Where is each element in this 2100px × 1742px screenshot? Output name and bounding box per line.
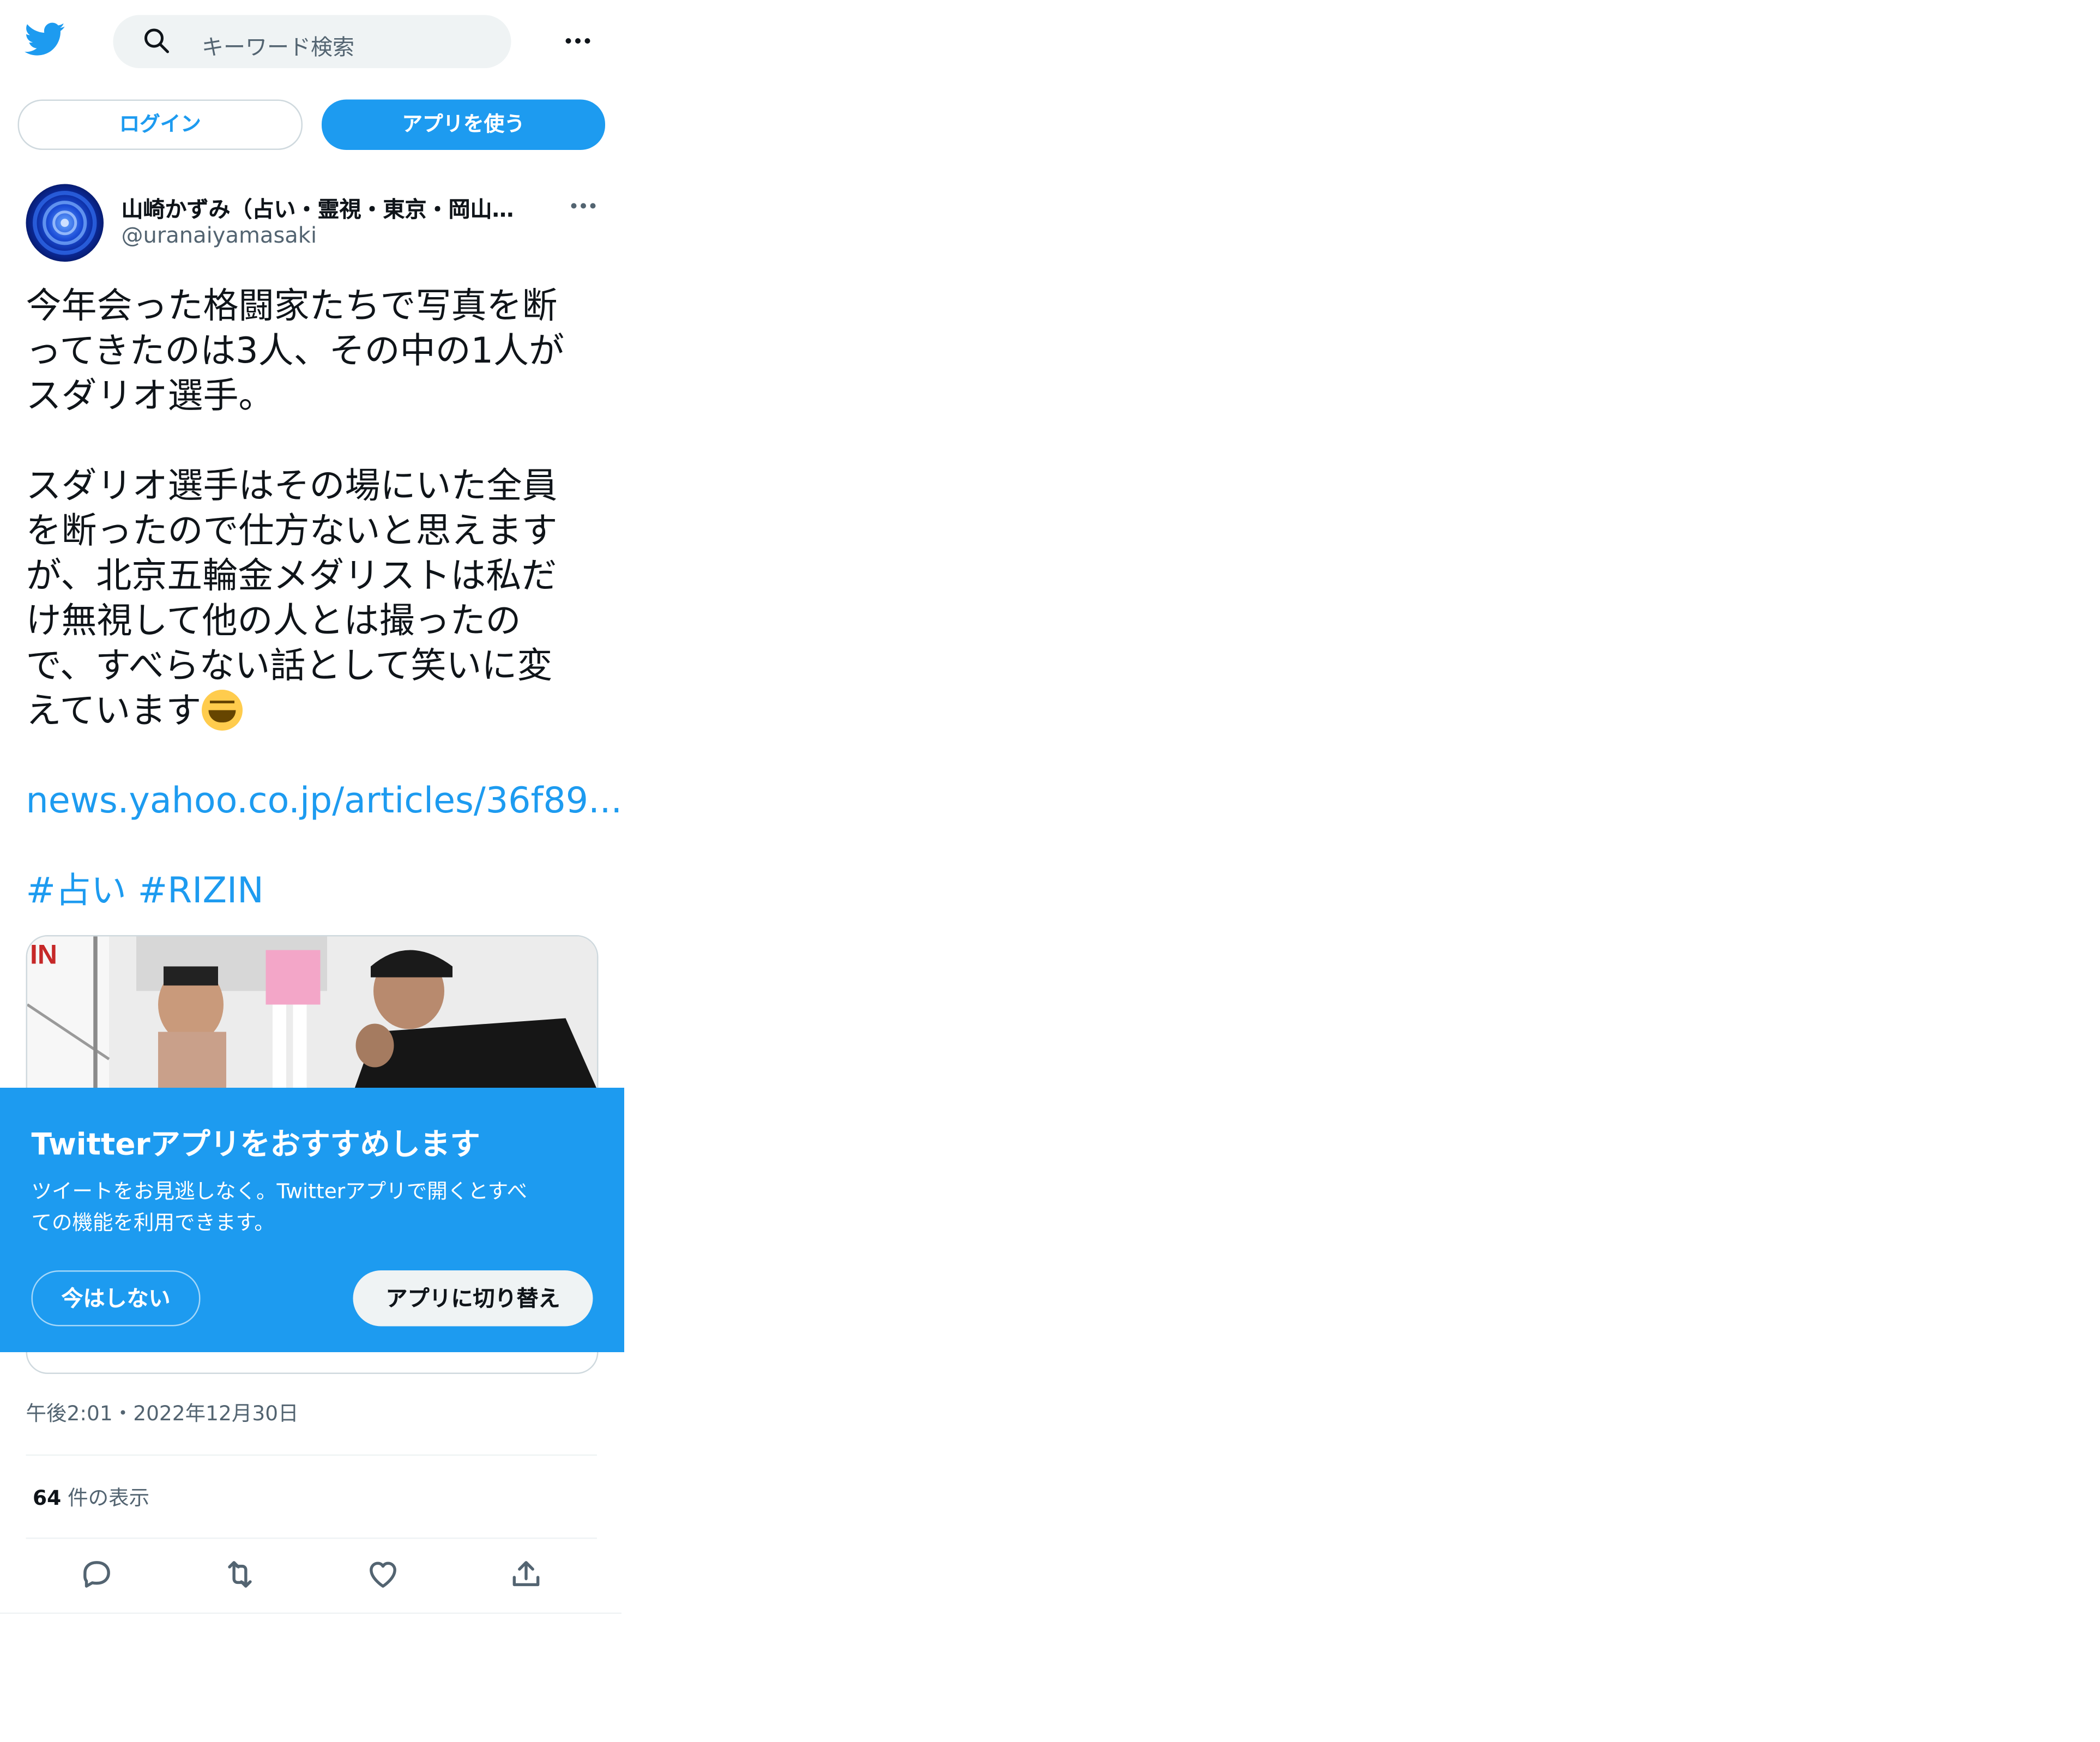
hashtag-link[interactable]: #占い <box>26 871 126 912</box>
tweet-timestamp[interactable]: 午後2:01・2022年12月30日 <box>26 1399 299 1427</box>
divider <box>26 1538 597 1539</box>
not-now-button[interactable]: 今はしない <box>31 1270 201 1327</box>
twitter-bird-icon[interactable] <box>25 22 65 57</box>
view-count-label: 件の表示 <box>68 1486 150 1510</box>
tweet-line: えています <box>26 691 202 732</box>
avatar[interactable] <box>26 184 104 262</box>
tweet-line: で、すべらない話として笑いに変 <box>26 646 553 687</box>
search-icon <box>144 28 169 53</box>
more-dots-icon[interactable] <box>562 27 594 55</box>
banner-title: Twitterアプリをおすすめします <box>31 1129 480 1163</box>
login-button[interactable]: ログイン <box>17 99 303 150</box>
search-placeholder: キーワード検索 <box>202 34 355 61</box>
tweet-line: を断ったので仕方ないと思えます <box>26 511 558 552</box>
tweet-line: け無視して他の人とは撮ったの <box>26 601 521 642</box>
reply-icon[interactable] <box>79 1557 114 1592</box>
article-link[interactable]: news.yahoo.co.jp/articles/36f89... <box>26 781 623 822</box>
tweet-line: 今年会った格闘家たちで写真を断 <box>26 286 558 327</box>
viewport: キーワード検索 ログイン アプリを使う 山崎かずみ（占い・霊視・東京・岡山… @… <box>0 0 2100 1742</box>
post-more-icon[interactable] <box>567 194 600 218</box>
avatar-rose-image <box>33 191 97 255</box>
news-photo-image: IN <box>27 936 597 1089</box>
heart-icon[interactable] <box>365 1557 401 1592</box>
divider <box>0 1612 621 1614</box>
view-count-number: 64 <box>33 1486 62 1510</box>
tweet-line: ってきたのは3人、その中の1人が <box>26 331 565 372</box>
page: キーワード検索 ログイン アプリを使う 山崎かずみ（占い・霊視・東京・岡山… @… <box>0 0 2100 1742</box>
tweet-column: キーワード検索 ログイン アプリを使う 山崎かずみ（占い・霊視・東京・岡山… @… <box>0 0 624 1616</box>
search-box[interactable]: キーワード検索 <box>113 15 511 68</box>
top-bar: キーワード検索 <box>0 0 624 85</box>
divider <box>26 1454 597 1456</box>
tweet-line-with-emoji: えています <box>26 690 599 735</box>
tweet-line: が、北京五輪金メダリストは私だ <box>26 556 557 597</box>
use-app-button[interactable]: アプリを使う <box>322 99 605 150</box>
banner-body-line: ツイートをお見逃しなく。Twitterアプリで開くとすべ <box>31 1179 527 1204</box>
svg-text:IN: IN <box>30 939 57 970</box>
tweet-line: スダリオ選手はその場にいた全員 <box>26 466 558 507</box>
banner-body-line: ての機能を利用できます。 <box>31 1210 275 1235</box>
laughing-emoji-icon <box>201 690 243 731</box>
app-promo-banner: Twitterアプリをおすすめします ツイートをお見逃しなく。Twitterアプ… <box>0 1088 624 1352</box>
author-name[interactable]: 山崎かずみ（占い・霊視・東京・岡山… <box>122 191 544 224</box>
tweet-text: 今年会った格闘家たちで写真を断 ってきたのは3人、その中の1人が スダリオ選手。… <box>26 285 623 915</box>
tweet-line: スダリオ選手。 <box>26 376 274 417</box>
switch-to-app-button[interactable]: アプリに切り替え <box>353 1270 593 1327</box>
action-bar <box>0 1551 624 1600</box>
hashtag-link[interactable]: #RIZIN <box>138 871 264 912</box>
retweet-icon[interactable] <box>222 1557 258 1592</box>
author-handle[interactable]: @uranaiyamasaki <box>122 222 317 249</box>
share-icon[interactable] <box>509 1557 544 1592</box>
view-count: 64 件の表示 <box>33 1483 149 1512</box>
banner-body: ツイートをお見逃しなく。Twitterアプリで開くとすべ ての機能を利用できます… <box>32 1177 598 1239</box>
